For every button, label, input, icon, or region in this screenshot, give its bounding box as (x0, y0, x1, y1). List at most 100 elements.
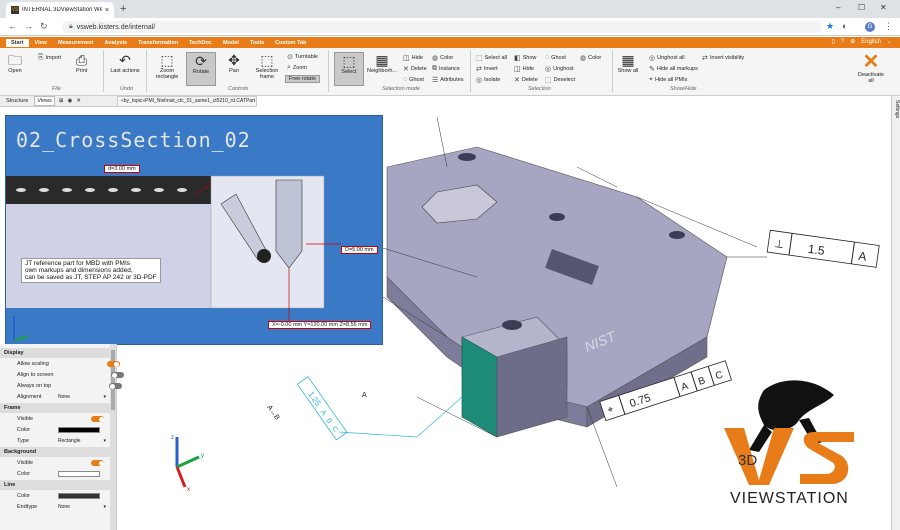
section-header[interactable]: Frame (0, 403, 110, 413)
app-favicon: VS (11, 6, 19, 14)
tab-measurement[interactable]: Measurement (53, 39, 98, 47)
color-swatch[interactable] (58, 427, 100, 433)
neighborhood-button[interactable]: ▦ Neighborh... (367, 52, 397, 74)
new-tab-icon[interactable]: + (120, 3, 126, 15)
tab-transformation[interactable]: Transformation (133, 39, 183, 47)
unghost-all-button[interactable]: ◎ Unghost all (649, 54, 685, 62)
tab-views[interactable]: Views (34, 96, 55, 106)
hide-all-markups-button[interactable]: ✎ Hide all markups (649, 65, 698, 73)
help-icon[interactable]: ? (841, 39, 844, 45)
show-button[interactable]: ◧ Show (514, 54, 536, 62)
select-button[interactable]: ⬚ Select (334, 52, 364, 86)
extension-icon[interactable]: ◐ (842, 21, 847, 31)
mode-attributes-button[interactable]: ☰ Attributes (432, 76, 464, 84)
mode-instance-button[interactable]: ⧉ Instance (432, 65, 460, 73)
add-view-icon[interactable]: ⊞ (59, 98, 64, 104)
invert-visibility-button[interactable]: ⇄ Invert visibility (702, 54, 744, 62)
selection-frame-button[interactable]: ⬚ Selection frame (252, 52, 282, 80)
select-value: None (58, 504, 70, 510)
select-all-button[interactable]: ⬚ Select all (476, 54, 507, 62)
datum-a-label: A (362, 392, 367, 399)
section-title: Background (4, 449, 37, 455)
toggle-switch[interactable] (91, 460, 105, 466)
dimension-label[interactable]: D=5.00 mm (341, 246, 378, 254)
unghost-all-icon: ◎ (649, 55, 656, 62)
zoom-rectangle-button[interactable]: ⬚ Zoom rectangle (152, 52, 182, 80)
maximize-icon[interactable]: ☐ (858, 3, 865, 12)
reload-icon[interactable]: ↻ (40, 21, 48, 32)
close-icon[interactable]: ✕ (76, 98, 81, 104)
last-actions-button[interactable]: ↶ Last actions (110, 52, 140, 74)
document-tab[interactable]: «by_topic»PMI_Nist\nist_ctc_01_asme1_ct5… (117, 96, 257, 107)
hide-all-pmis-button[interactable]: ⌖ Hide all PMIs (649, 76, 687, 84)
open-button[interactable]: 🗀︎ Open (8, 52, 22, 74)
camera-icon[interactable]: ◉ (68, 98, 73, 104)
tab-model[interactable]: Model (218, 39, 244, 47)
ghost-button[interactable]: ◌ Ghost (545, 54, 566, 61)
avatar[interactable]: G (865, 22, 875, 32)
tab-tools[interactable]: Tools (245, 39, 269, 47)
select-dropdown[interactable]: None ▾ (58, 504, 106, 510)
pan-button[interactable]: ✥ Pan (221, 52, 247, 74)
zoom-button[interactable]: ⌕ Zoom (287, 64, 307, 72)
free-rotate-button[interactable]: Free rotate (285, 75, 320, 83)
ghost-icon: ◌ (403, 76, 408, 83)
settings-strip[interactable]: Settings (891, 96, 900, 530)
invert-button[interactable]: ⇄ Invert (476, 65, 498, 73)
minimize-icon[interactable]: – (836, 3, 840, 12)
forward-icon[interactable]: → (24, 21, 33, 31)
deactivate-all-button[interactable]: ✕ Deactivate all (856, 52, 886, 84)
section-header[interactable]: Display (0, 348, 110, 358)
close-window-icon[interactable]: ✕ (880, 3, 887, 12)
tab-analysis[interactable]: Analysis (99, 39, 132, 47)
toggle-switch[interactable] (111, 372, 125, 378)
mode-color-button[interactable]: ◍ Color (432, 54, 453, 62)
mobile-icon[interactable]: ▯ (832, 38, 835, 45)
markup-note[interactable]: JT reference part for MBD with PMIs own … (21, 258, 161, 283)
back-icon[interactable]: ← (8, 21, 17, 31)
language-select[interactable]: English (861, 39, 881, 45)
toggle-switch[interactable] (109, 383, 123, 389)
scrollbar-thumb[interactable] (111, 350, 115, 410)
color-button[interactable]: ◍ Color (580, 54, 601, 62)
color-swatch[interactable] (58, 493, 100, 499)
tab-structure[interactable]: Structure (4, 97, 30, 105)
coordinate-label[interactable]: X=-0.00 mm Y=120.00 mm Z=8.56 mm (268, 321, 372, 329)
markup-overlay[interactable]: 02_CrossSection_02 d=3.00 mm D=5.00 mm J… (5, 115, 383, 345)
select-dropdown[interactable]: Rectangle ▾ (58, 438, 106, 444)
turntable-button[interactable]: ⊙ Turntable (287, 53, 318, 61)
lock-icon: 🔒︎ (69, 23, 73, 30)
section-header[interactable]: Background (0, 447, 110, 457)
tab-custom-tab[interactable]: Custom Tab (270, 39, 311, 47)
select-dropdown[interactable]: None ▾ (58, 394, 106, 400)
tab-techdoc[interactable]: TechDoc (184, 39, 217, 47)
tab-start[interactable]: Start (6, 38, 29, 47)
color-swatch[interactable] (58, 471, 100, 477)
unghost-button[interactable]: ◎ Unghost (545, 65, 574, 73)
dimension-label[interactable]: d=3.00 mm (104, 165, 140, 173)
mode-hide-button[interactable]: ◫ Hide (403, 54, 423, 62)
delete-button[interactable]: ✕ Delete (514, 76, 538, 84)
section-header[interactable]: Line (0, 480, 110, 490)
mode-ghost-button[interactable]: ◌ Ghost (403, 76, 424, 83)
hide-button[interactable]: ◫ Hide (514, 65, 534, 73)
toggle-switch[interactable] (91, 416, 105, 422)
show-all-button[interactable]: ▦ Show all (616, 52, 640, 74)
toggle-switch[interactable] (106, 361, 120, 367)
browser-tab[interactable]: VS INTERNAL 3DViewStation WebV × (6, 2, 114, 18)
delete-icon: ✕ (403, 66, 409, 73)
isolate-button[interactable]: ◎ Isolate (476, 76, 500, 84)
menu-icon[interactable]: ⋮ (884, 21, 893, 32)
close-icon[interactable]: × (105, 7, 109, 14)
url-input[interactable]: 🔒︎ vsweb.kisters.de/internal/ (62, 21, 822, 33)
hole (549, 213, 565, 221)
mode-delete-button[interactable]: ✕ Delete (403, 65, 427, 73)
import-button[interactable]: ⎘ Import (38, 54, 61, 62)
chevron-down-icon[interactable]: ⌄ (887, 38, 892, 45)
tab-view[interactable]: View (30, 39, 52, 47)
globe-icon[interactable]: ⊕ (850, 38, 855, 45)
star-icon[interactable]: ★ (826, 21, 834, 32)
deselect-button[interactable]: ⬚ Deselect (545, 76, 575, 84)
print-button[interactable]: ⎙ Print (76, 52, 87, 74)
rotate-button[interactable]: ⟳ Rotate (186, 52, 216, 86)
